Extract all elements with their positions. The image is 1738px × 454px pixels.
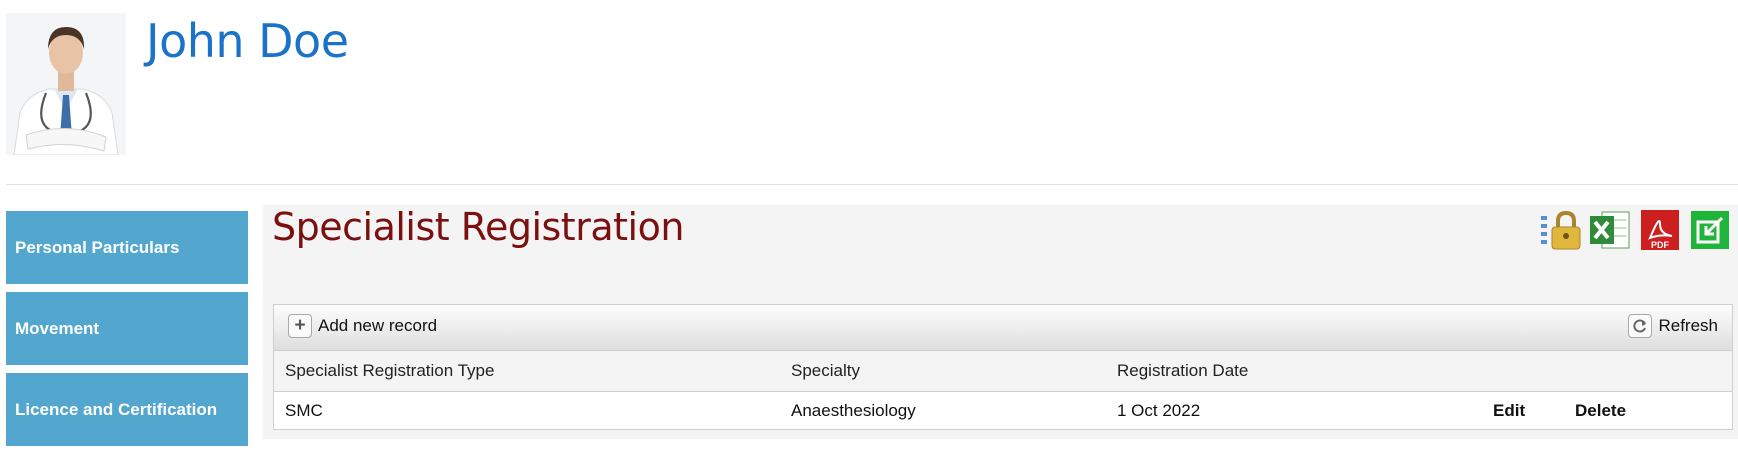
sidebar-item-label: Movement <box>15 318 100 338</box>
export-toolbar: PDF <box>1538 208 1732 252</box>
cell-registration-type: SMC <box>285 401 323 420</box>
sidebar-item-licence-certification[interactable]: Licence and Certification <box>6 373 248 446</box>
excel-icon[interactable] <box>1588 208 1632 252</box>
sidebar-item-movement[interactable]: Movement <box>6 292 248 365</box>
export-icon[interactable] <box>1688 208 1732 252</box>
add-record-label: Add new record <box>318 316 438 335</box>
refresh-label: Refresh <box>1658 316 1718 335</box>
main-panel: Specialist Registration PDF + Add new re… <box>263 205 1738 439</box>
column-header-type[interactable]: Specialist Registration Type <box>285 361 494 381</box>
header-divider <box>6 184 1738 185</box>
specialist-registration-grid: + Add new record Refresh Specialist Regi… <box>273 304 1733 430</box>
sidebar-item-personal-particulars[interactable]: Personal Particulars <box>6 211 248 284</box>
table-row: SMC Anaesthesiology 1 Oct 2022 Edit Dele… <box>274 392 1732 430</box>
pdf-icon[interactable]: PDF <box>1638 208 1682 252</box>
sidebar-item-label: Licence and Certification <box>15 399 218 419</box>
column-header-specialty[interactable]: Specialty <box>791 361 860 381</box>
column-header-date[interactable]: Registration Date <box>1117 361 1248 381</box>
page-title: Specialist Registration <box>272 205 684 249</box>
grid-toolbar: + Add new record Refresh <box>274 305 1732 351</box>
cell-registration-date: 1 Oct 2022 <box>1117 401 1201 420</box>
add-record-button[interactable]: + Add new record <box>288 314 437 338</box>
sidebar-item-label: Personal Particulars <box>15 237 180 257</box>
pdf-label: PDF <box>1651 240 1670 250</box>
plus-icon: + <box>288 314 312 338</box>
profile-name: John Doe <box>146 14 349 68</box>
avatar <box>6 13 126 155</box>
edit-link[interactable]: Edit <box>1493 401 1525 421</box>
refresh-button[interactable]: Refresh <box>1628 314 1718 338</box>
delete-link[interactable]: Delete <box>1575 401 1626 421</box>
lock-checklist-icon[interactable] <box>1538 208 1582 252</box>
grid-header-row: Specialist Registration Type Specialty R… <box>274 351 1732 392</box>
refresh-icon <box>1628 314 1653 338</box>
sidebar: Personal Particulars Movement Licence an… <box>6 211 248 454</box>
cell-specialty: Anaesthesiology <box>791 401 916 420</box>
